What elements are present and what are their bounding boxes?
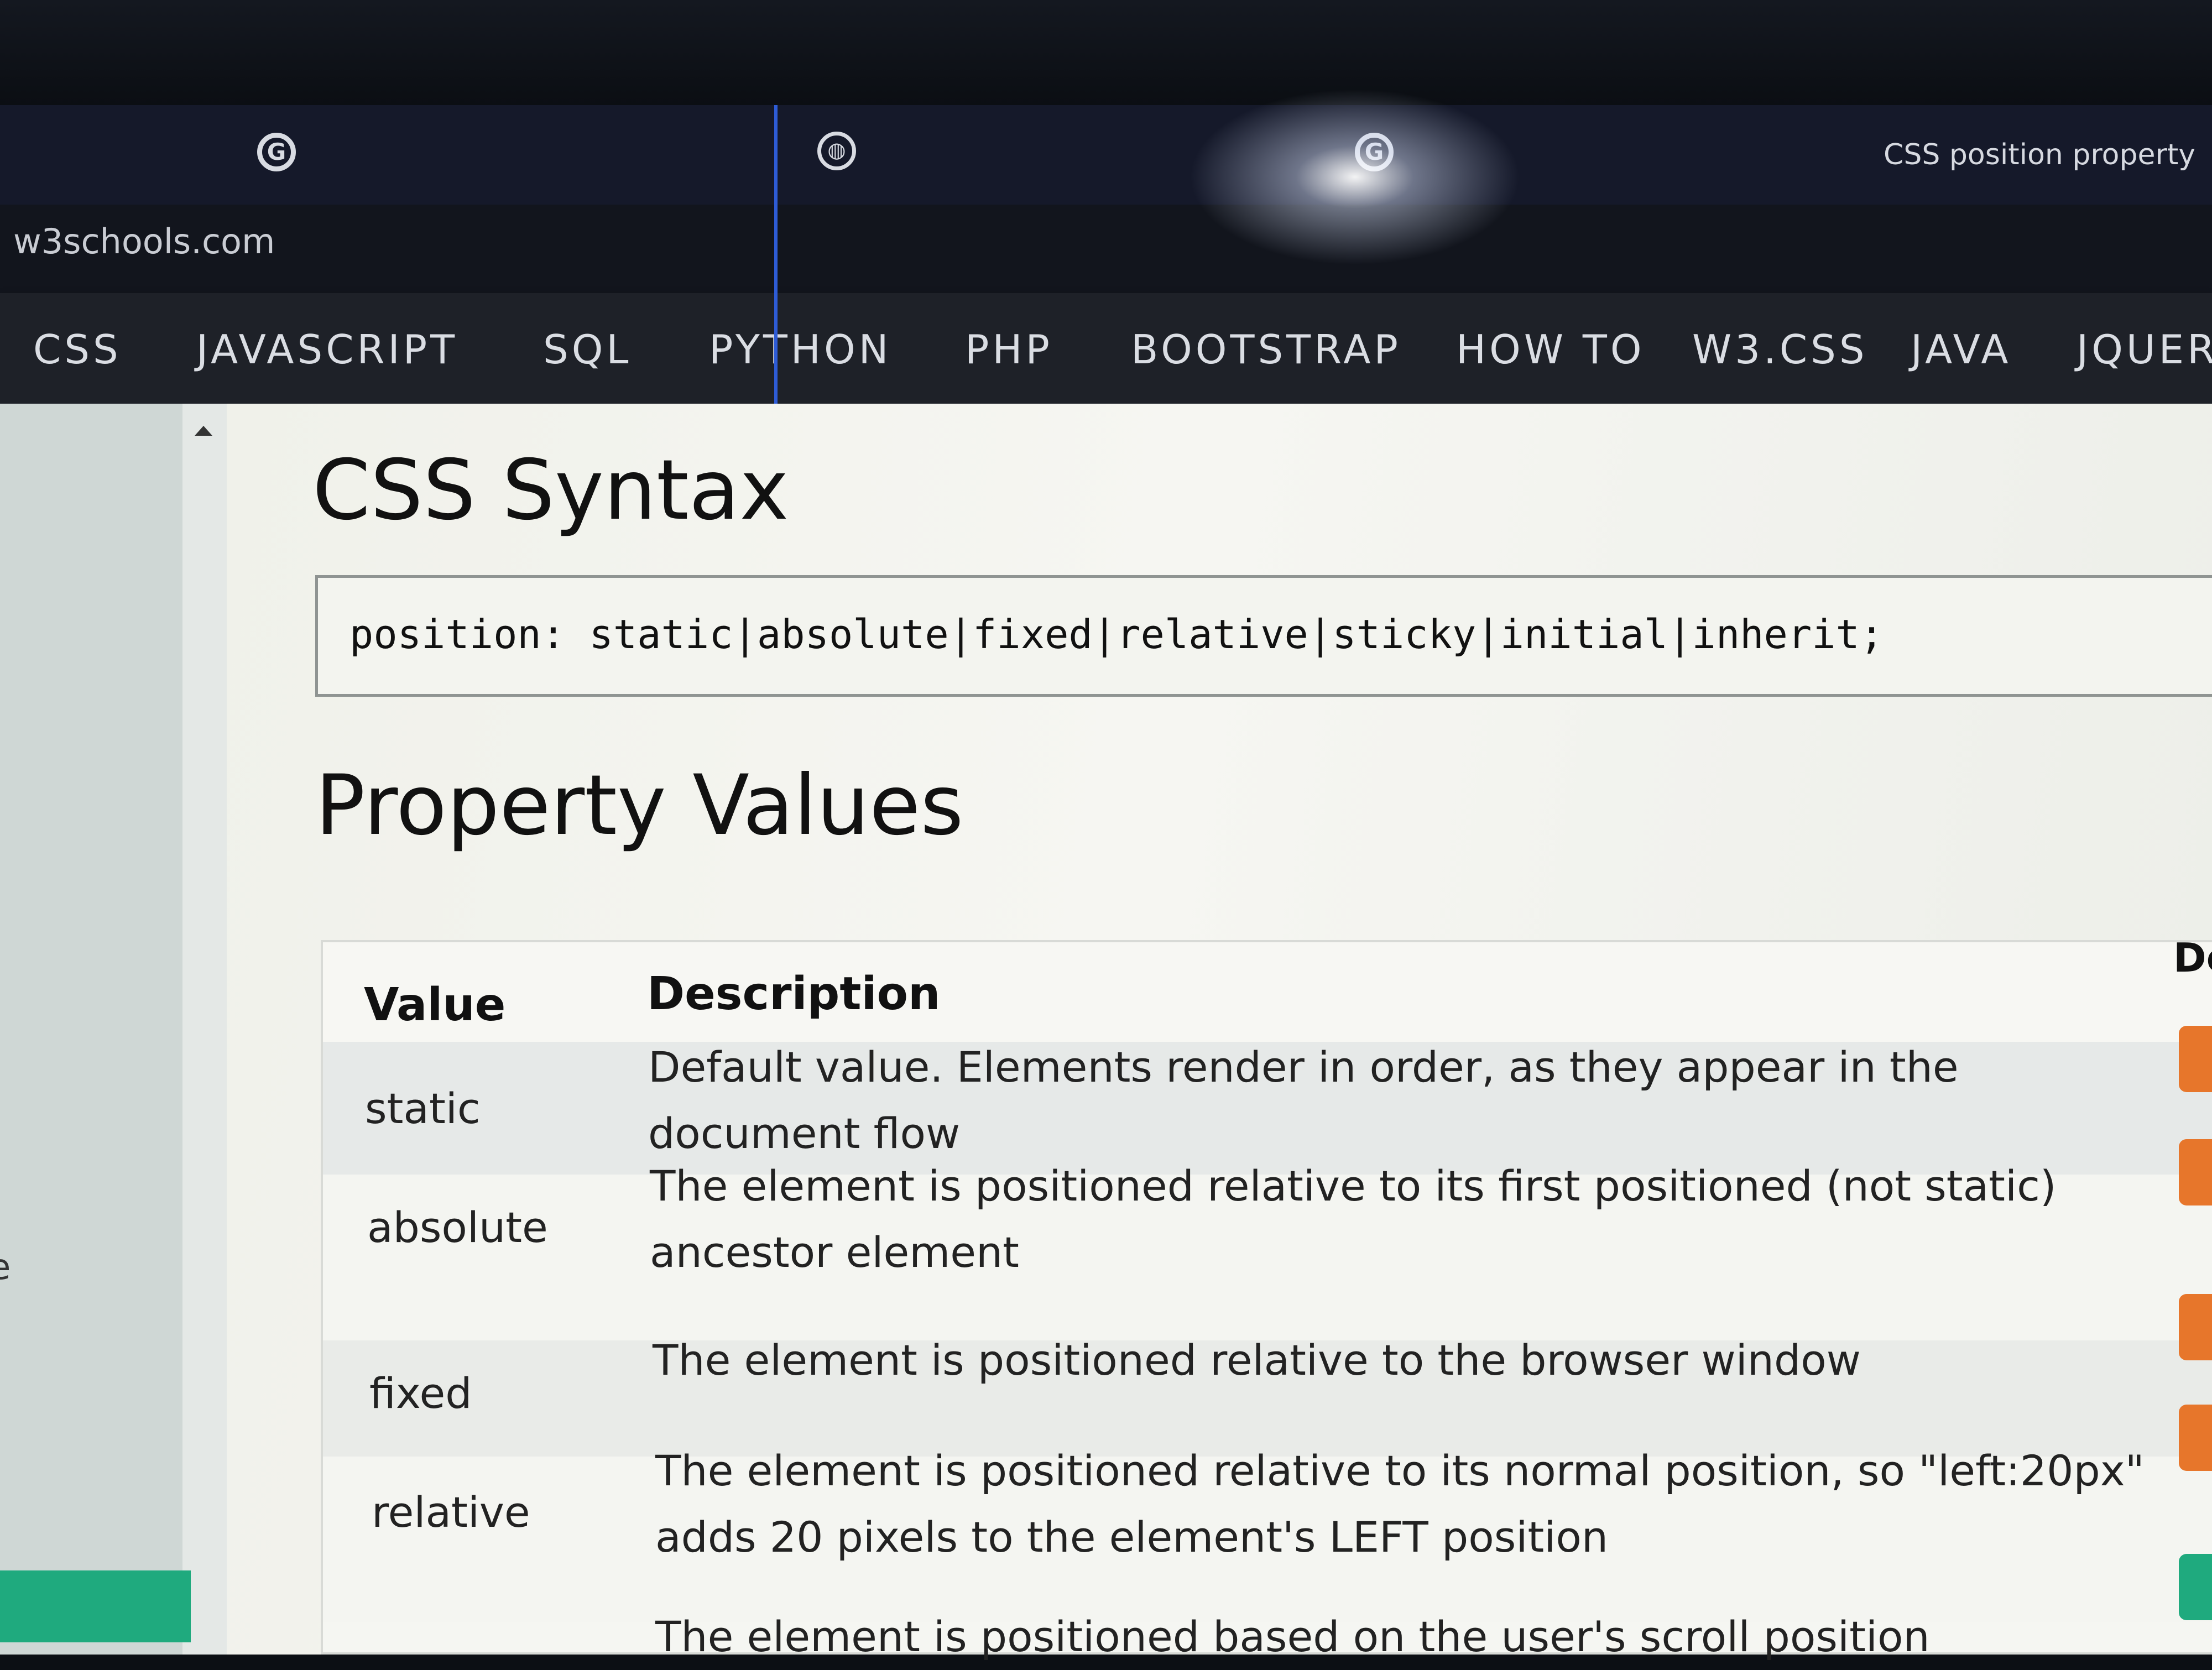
column-header-description: Description <box>647 968 941 1020</box>
nav-item-jquery[interactable]: JQUERY <box>2077 326 2212 373</box>
value-absolute: absolute <box>367 1203 548 1252</box>
nav-item-java[interactable]: JAVA <box>1911 326 2012 373</box>
sidebar-scrollbar[interactable] <box>182 404 227 1655</box>
sidebar-item-fragment[interactable]: e <box>0 1247 11 1288</box>
description-sticky: The element is positioned based on the u… <box>655 1612 1930 1661</box>
sidebar-item-active[interactable] <box>0 1570 191 1642</box>
value-static: static <box>365 1084 481 1133</box>
active-tab-title[interactable]: CSS position property <box>1884 138 2195 171</box>
monitor-bezel <box>0 0 2212 105</box>
try-it-button[interactable] <box>2179 1294 2212 1360</box>
nav-item-w3css[interactable]: W3.CSS <box>1692 326 1868 373</box>
address-bar[interactable] <box>0 205 2212 293</box>
try-it-button[interactable] <box>2179 1026 2212 1092</box>
description-relative: The element is positioned relative to it… <box>655 1446 2145 1562</box>
google-icon[interactable]: G <box>257 133 296 171</box>
nav-item-bootstrap[interactable]: BOOTSTRAP <box>1131 326 1401 373</box>
browser-tab-strip <box>0 105 2212 205</box>
column-header-value: Value <box>364 979 506 1031</box>
tab-divider <box>774 105 778 404</box>
syntax-code: position: static|absolute|fixed|relative… <box>349 611 1884 657</box>
nav-item-php[interactable]: PHP <box>965 326 1053 373</box>
sidebar <box>0 404 182 1655</box>
column-header-demo: De <box>2173 935 2212 981</box>
property-values-heading: Property Values <box>315 758 964 854</box>
nav-item-javascript[interactable]: JAVASCRIPT <box>196 326 458 373</box>
value-fixed: fixed <box>369 1369 472 1418</box>
table-header-row <box>323 942 2212 1042</box>
nav-item-python[interactable]: PYTHON <box>709 326 891 373</box>
scroll-up-arrow-icon[interactable] <box>195 426 212 436</box>
google-icon[interactable]: G <box>1355 133 1394 171</box>
syntax-heading: CSS Syntax <box>312 442 789 539</box>
try-it-button[interactable] <box>2179 1554 2212 1620</box>
nav-item-how-to[interactable]: HOW TO <box>1456 326 1645 373</box>
globe-icon[interactable]: ◍ <box>817 132 856 170</box>
description-fixed: The element is positioned relative to th… <box>653 1335 1861 1385</box>
description-absolute: The element is positioned relative to it… <box>650 1161 2057 1277</box>
nav-item-sql[interactable]: SQL <box>543 326 632 373</box>
address-text[interactable]: w3schools.com <box>13 221 275 262</box>
nav-item-css[interactable]: CSS <box>33 326 122 373</box>
try-it-button[interactable] <box>2179 1139 2212 1205</box>
value-relative: relative <box>372 1488 530 1537</box>
try-it-button[interactable] <box>2179 1405 2212 1471</box>
description-static: Default value. Elements render in order,… <box>648 1042 1959 1158</box>
